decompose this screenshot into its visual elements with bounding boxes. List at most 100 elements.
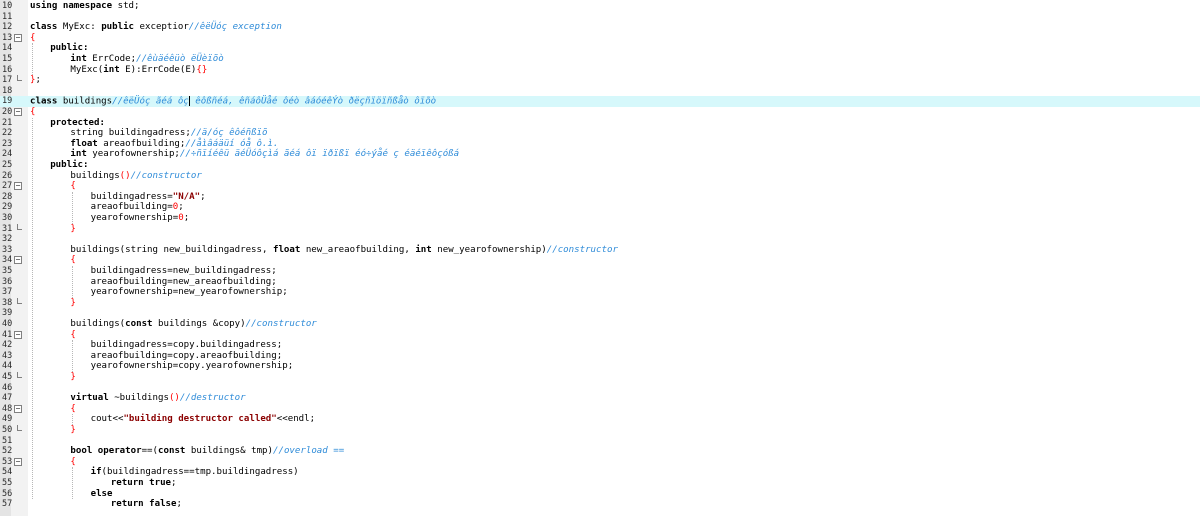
code-text[interactable]: if(buildingadress==tmp.buildingadress) bbox=[91, 467, 299, 478]
code-text[interactable]: bool operator==(const buildings& tmp)//o… bbox=[70, 446, 344, 457]
code-line[interactable]: 29 areaofbuilding=0; bbox=[0, 202, 1200, 213]
code-text[interactable]: buildingadress=new_buildingadress; bbox=[91, 266, 277, 277]
code-text[interactable]: return false; bbox=[111, 499, 182, 510]
code-text[interactable]: areaofbuilding=new_areaofbuilding; bbox=[91, 277, 277, 288]
code-line[interactable]: 41− { bbox=[0, 330, 1200, 341]
code-line[interactable]: 21 protected: bbox=[0, 118, 1200, 129]
code-text[interactable]: float areaofbuilding;//åìâáäüí óå ô.ì. bbox=[70, 139, 278, 150]
code-line[interactable]: 46 bbox=[0, 383, 1200, 394]
code-text[interactable]: int ErrCode;//êùäéêüò ëÜèïõò bbox=[70, 54, 223, 65]
code-text[interactable]: }; bbox=[30, 75, 41, 86]
code-text[interactable]: yearofownership=new_yearofownership; bbox=[91, 287, 288, 298]
code-line[interactable]: 28 buildingadress="N/A"; bbox=[0, 192, 1200, 203]
code-line[interactable]: 55 return true; bbox=[0, 478, 1200, 489]
code-line[interactable]: 17}; bbox=[0, 75, 1200, 86]
code-text[interactable]: yearofownership=copy.yearofownership; bbox=[91, 361, 294, 372]
code-text[interactable]: else bbox=[91, 489, 113, 500]
code-text[interactable]: } bbox=[70, 425, 75, 436]
line-number: 40 bbox=[2, 319, 13, 329]
code-text[interactable]: virtual ~buildings()//destructor bbox=[70, 393, 245, 404]
code-text[interactable]: return true; bbox=[111, 478, 177, 489]
code-line[interactable]: 44 yearofownership=copy.yearofownership; bbox=[0, 361, 1200, 372]
code-line[interactable]: 30 yearofownership=0; bbox=[0, 213, 1200, 224]
code-line[interactable]: 56 else bbox=[0, 489, 1200, 500]
code-text[interactable]: { bbox=[30, 107, 35, 118]
code-line[interactable]: 38} bbox=[0, 297, 1200, 309]
code-editor[interactable]: 10 using namespace std; 11 12 class MyExc: p… bbox=[0, 0, 1200, 516]
code-text[interactable]: { bbox=[70, 457, 75, 468]
fold-collapse-icon[interactable]: − bbox=[14, 182, 22, 191]
code-text[interactable]: buildings(const buildings &copy)//constr… bbox=[70, 319, 316, 330]
code-text[interactable]: { bbox=[70, 330, 75, 341]
code-line[interactable]: 51 bbox=[0, 436, 1200, 447]
code-line[interactable]: 13−{ bbox=[0, 33, 1200, 44]
code-line[interactable]: 25 public: bbox=[0, 160, 1200, 171]
code-line[interactable]: 54 if(buildingadress==tmp.buildingadress) bbox=[0, 467, 1200, 478]
code-text[interactable]: MyExc(int E):ErrCode(E){} bbox=[70, 65, 207, 76]
code-line[interactable]: 48− { bbox=[0, 404, 1200, 415]
code-text[interactable]: areaofbuilding=copy.areaofbuilding; bbox=[91, 351, 283, 362]
code-line[interactable]: 22 string buildingadress;//ä/óç êôéñßïõ bbox=[0, 128, 1200, 139]
code-text[interactable]: class MyExc: public exceptior//êëÜóç exc… bbox=[30, 22, 282, 33]
code-line[interactable]: 26 buildings()//constructor bbox=[0, 171, 1200, 182]
fold-collapse-icon[interactable]: − bbox=[14, 108, 22, 116]
code-line[interactable]: 23 float areaofbuilding;//åìâáäüí óå ô.ì. bbox=[0, 139, 1200, 150]
fold-collapse-icon[interactable]: − bbox=[14, 404, 22, 413]
code-text[interactable]: string buildingadress;//ä/óç êôéñßïõ bbox=[70, 128, 267, 139]
code-line[interactable]: 15 int ErrCode;//êùäéêüò ëÜèïõò bbox=[0, 54, 1200, 65]
code-line[interactable]: 57 return false; bbox=[0, 499, 1200, 510]
code-line[interactable]: 50} bbox=[0, 425, 1200, 436]
code-line[interactable]: 31} bbox=[0, 223, 1200, 235]
code-text[interactable]: buildingadress=copy.buildingadress; bbox=[91, 340, 283, 351]
code-text[interactable]: } bbox=[70, 372, 75, 383]
code-text[interactable]: class buildings//êëÜóç ãéá ôç êôßñéá, êñ… bbox=[30, 96, 436, 107]
code-line[interactable]: 39 bbox=[0, 308, 1200, 319]
code-line[interactable]: 43 areaofbuilding=copy.areaofbuilding; bbox=[0, 351, 1200, 362]
fold-collapse-icon[interactable]: − bbox=[14, 256, 22, 265]
code-text[interactable]: { bbox=[70, 404, 75, 415]
code-line[interactable]: 36 areaofbuilding=new_areaofbuilding; bbox=[0, 277, 1200, 288]
code-text[interactable]: { bbox=[70, 255, 75, 266]
code-line[interactable]: 12 class MyExc: public exceptior//êëÜóç e… bbox=[0, 22, 1200, 33]
code-text[interactable]: using namespace std; bbox=[30, 1, 140, 12]
fold-collapse-icon[interactable]: − bbox=[14, 457, 22, 466]
code-text[interactable]: cout<<"building destructor called"<<endl… bbox=[91, 414, 316, 425]
code-line[interactable]: 53− { bbox=[0, 457, 1200, 468]
code-line[interactable]: 14 public: bbox=[0, 43, 1200, 54]
code-text[interactable]: buildingadress="N/A"; bbox=[91, 192, 206, 203]
code-line[interactable]: 27− { bbox=[0, 181, 1200, 192]
code-line[interactable]: 33 buildings(string new_buildingadress, f… bbox=[0, 245, 1200, 256]
code-line[interactable]: 18 bbox=[0, 86, 1200, 97]
code-text[interactable]: public: bbox=[50, 43, 88, 54]
code-line[interactable]: 37 yearofownership=new_yearofownership; bbox=[0, 287, 1200, 298]
code-line[interactable]: 34− { bbox=[0, 255, 1200, 266]
fold-collapse-icon[interactable]: − bbox=[14, 33, 22, 42]
code-text[interactable]: } bbox=[70, 298, 75, 309]
code-text[interactable]: buildings(string new_buildingadress, flo… bbox=[70, 245, 618, 256]
code-line[interactable]: 32 bbox=[0, 234, 1200, 245]
code-text[interactable]: public: bbox=[50, 160, 88, 171]
code-line[interactable]: 40 buildings(const buildings &copy)//cons… bbox=[0, 319, 1200, 330]
fold-collapse-icon[interactable]: − bbox=[14, 330, 22, 339]
code-line[interactable]: 16 MyExc(int E):ErrCode(E){} bbox=[0, 65, 1200, 76]
code-line[interactable]: 10 using namespace std; bbox=[0, 1, 1200, 12]
code-text[interactable]: { bbox=[30, 33, 35, 44]
code-line[interactable]: 20−{ bbox=[0, 107, 1200, 118]
code-text[interactable]: yearofownership=0; bbox=[91, 213, 190, 224]
code-line[interactable]: 35 buildingadress=new_buildingadress; bbox=[0, 266, 1200, 277]
indent-guide bbox=[72, 467, 74, 500]
code-line[interactable]: 11 bbox=[0, 12, 1200, 23]
code-line[interactable]: 52 bool operator==(const buildings& tmp)/… bbox=[0, 446, 1200, 457]
code-text[interactable]: buildings()//constructor bbox=[70, 171, 201, 182]
code-text[interactable]: protected: bbox=[50, 118, 105, 129]
code-text[interactable]: } bbox=[70, 224, 75, 235]
code-line[interactable]: 45} bbox=[0, 372, 1200, 383]
code-line[interactable]: 24 int yearofownership;//÷ñïíéêü äéÜóôçìá… bbox=[0, 149, 1200, 160]
code-line[interactable]: 49 cout<<"building destructor called"<<en… bbox=[0, 414, 1200, 425]
current-code-line[interactable]: 19 class buildings//êëÜóç ãéá ôç êôßñéá, … bbox=[0, 96, 1200, 107]
code-line[interactable]: 47 virtual ~buildings()//destructor bbox=[0, 393, 1200, 404]
code-text[interactable]: { bbox=[70, 181, 75, 192]
code-text[interactable]: areaofbuilding=0; bbox=[91, 202, 184, 213]
code-line[interactable]: 42 buildingadress=copy.buildingadress; bbox=[0, 340, 1200, 351]
code-text[interactable]: int yearofownership;//÷ñïíéêü äéÜóôçìá ã… bbox=[70, 149, 459, 160]
